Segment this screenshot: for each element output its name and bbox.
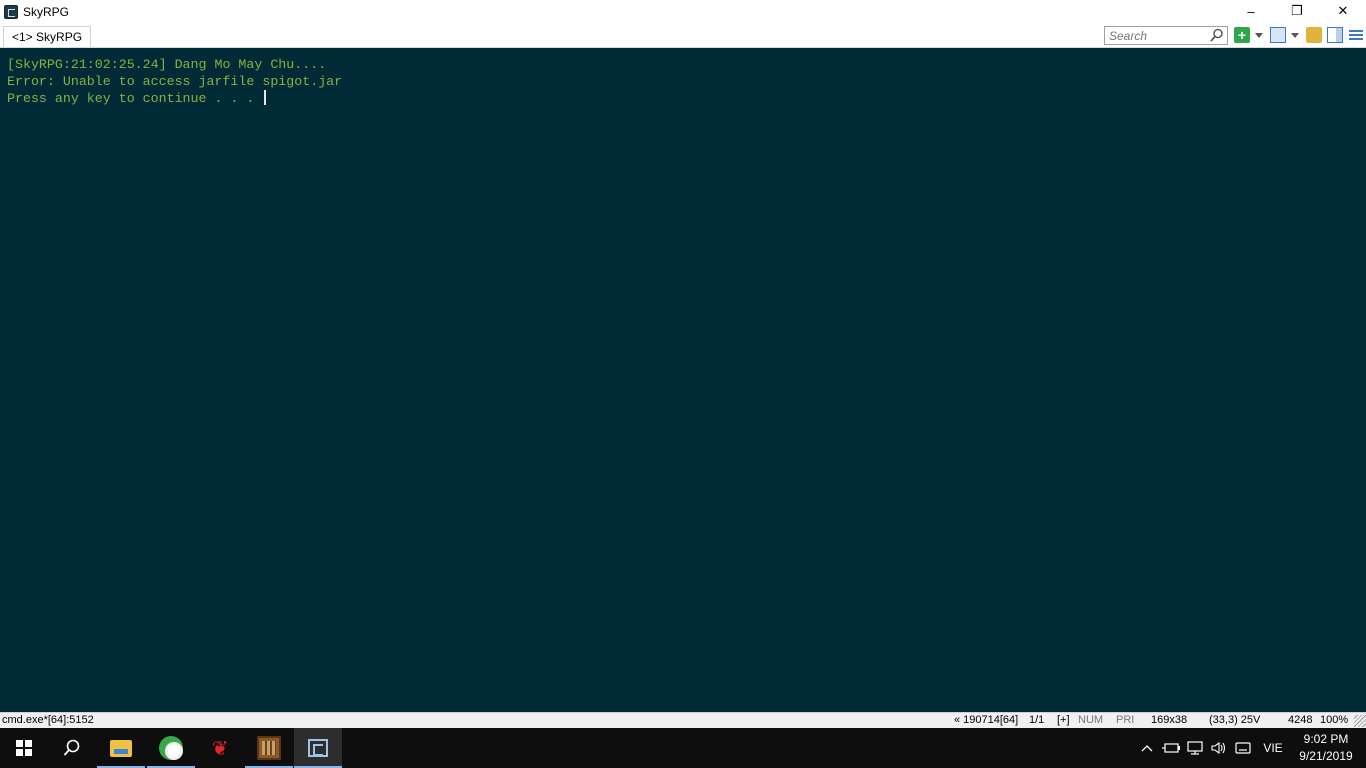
layout-icon[interactable]	[1270, 27, 1286, 43]
taskbar-search-button[interactable]	[48, 728, 96, 768]
status-pri[interactable]: PRI	[1116, 714, 1134, 726]
keyboard-icon	[1235, 742, 1251, 754]
tray-network[interactable]	[1184, 728, 1206, 768]
search-icon[interactable]	[1210, 28, 1224, 43]
volume-icon	[1211, 741, 1226, 755]
conemu-icon	[308, 739, 328, 757]
title-bar: SkyRPG – ❐ ✕	[0, 0, 1366, 24]
split-panel-icon[interactable]	[1327, 27, 1343, 43]
status-pid[interactable]: 4248	[1288, 714, 1312, 726]
menu-icon[interactable]	[1348, 27, 1364, 43]
start-icon	[16, 740, 32, 756]
minimize-button[interactable]: –	[1228, 0, 1274, 22]
taskbar-clock[interactable]: 9:02 PM 9/21/2019	[1292, 731, 1360, 765]
new-console-icon[interactable]: +	[1234, 27, 1250, 43]
resize-grip-icon[interactable]	[1354, 715, 1366, 727]
new-console-dropdown-icon[interactable]	[1255, 33, 1263, 38]
window-title: SkyRPG	[23, 5, 70, 19]
window-controls: – ❐ ✕	[1228, 0, 1366, 24]
console-output[interactable]: [SkyRPG:21:02:25.24] Dang Mo May Chu....…	[0, 48, 1366, 712]
status-buffer[interactable]: « 190714[64]	[954, 714, 1018, 726]
status-size[interactable]: 169x38	[1151, 714, 1187, 726]
battery-plug-icon	[1162, 743, 1180, 753]
console-line: Error: Unable to access jarfile spigot.j…	[7, 74, 343, 89]
tab-toolbar-row: <1> SkyRPG +	[0, 24, 1366, 48]
clock-date: 9/21/2019	[1299, 749, 1353, 763]
status-plus[interactable]: [+]	[1057, 714, 1070, 726]
start-button[interactable]	[0, 728, 48, 768]
taskbar-chrome[interactable]	[147, 728, 195, 768]
conemu-app-icon[interactable]	[4, 5, 18, 19]
status-bar: cmd.exe*[64]:5152 « 190714[64] 1/1 [+] N…	[0, 712, 1366, 728]
search-input[interactable]	[1109, 27, 1209, 45]
console-line-prompt: Press any key to continue . . .	[7, 90, 1359, 107]
console-line: [SkyRPG:21:02:25.24] Dang Mo May Chu....	[7, 57, 327, 72]
search-icon	[63, 739, 80, 756]
status-process[interactable]: cmd.exe*[64]:5152	[2, 714, 94, 726]
minecraft-icon	[257, 736, 281, 760]
chevron-up-icon	[1141, 745, 1153, 752]
tab-skyrpg[interactable]: <1> SkyRPG	[3, 26, 92, 47]
tray-keyboard[interactable]	[1232, 728, 1254, 768]
garena-icon: ❦	[211, 736, 229, 760]
lock-icon[interactable]	[1306, 27, 1322, 43]
language-indicator[interactable]: VIE	[1258, 728, 1288, 768]
taskbar-garena[interactable]: ❦	[196, 728, 244, 768]
tray-power[interactable]	[1160, 728, 1182, 768]
taskbar-conemu[interactable]	[294, 728, 342, 768]
text-cursor	[264, 90, 267, 105]
status-cursor-pos[interactable]: (33,3) 25V	[1209, 714, 1260, 726]
restore-button[interactable]: ❐	[1274, 0, 1320, 22]
status-num[interactable]: NUM	[1078, 714, 1103, 726]
close-button[interactable]: ✕	[1320, 0, 1366, 22]
console-line-text: Press any key to continue . . .	[7, 91, 263, 106]
show-hidden-icons-button[interactable]	[1138, 728, 1156, 768]
taskbar-minecraft[interactable]	[245, 728, 293, 768]
layout-dropdown-icon[interactable]	[1291, 33, 1299, 38]
chrome-icon	[159, 736, 183, 760]
tray-volume[interactable]	[1208, 728, 1230, 768]
file-explorer-icon	[110, 739, 132, 757]
network-icon	[1187, 741, 1203, 755]
search-box[interactable]	[1104, 26, 1228, 45]
status-zoom[interactable]: 100%	[1320, 714, 1348, 726]
taskbar-file-explorer[interactable]	[97, 728, 145, 768]
status-pages[interactable]: 1/1	[1029, 714, 1044, 726]
clock-time: 9:02 PM	[1303, 732, 1349, 746]
taskbar: ❦ VIE 9:02 PM 9/21/2019	[0, 728, 1366, 768]
